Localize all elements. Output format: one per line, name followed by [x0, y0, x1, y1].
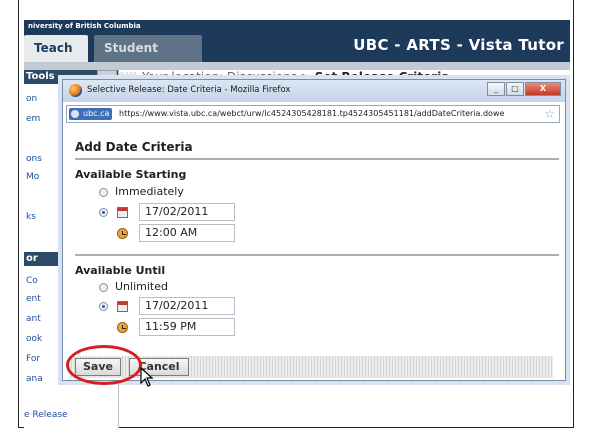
clock-icon[interactable] — [117, 322, 128, 333]
url-text[interactable]: https://www.vista.ubc.ca/webct/urw/lc452… — [119, 109, 535, 118]
close-button[interactable]: X — [525, 82, 561, 96]
end-time-field[interactable]: 11:59 PM — [139, 318, 235, 336]
available-until-heading: Available Until — [75, 264, 166, 277]
calendar-icon[interactable] — [117, 207, 128, 218]
page-title: Add Date Criteria — [75, 140, 193, 154]
start-time-field[interactable]: 12:00 AM — [139, 224, 235, 242]
sidebar-link-release[interactable]: e Release — [24, 410, 68, 420]
window-titlebar[interactable]: Selective Release: Date Criteria - Mozil… — [63, 80, 565, 102]
sidebar-link[interactable]: Co — [26, 276, 38, 286]
window-title: Selective Release: Date Criteria - Mozil… — [87, 85, 291, 95]
url-bar[interactable]: ubc.ca https://www.vista.ubc.ca/webct/ur… — [66, 105, 560, 123]
course-title: UBC - ARTS - Vista Tutor — [353, 36, 564, 54]
sidebar-link[interactable]: em — [26, 114, 40, 124]
divider — [75, 158, 559, 160]
label-immediately: Immediately — [115, 185, 184, 198]
tab-student-view[interactable]: Student View — [94, 35, 202, 82]
site-identity-badge[interactable]: ubc.ca — [69, 108, 113, 120]
clock-icon[interactable] — [117, 228, 128, 239]
popup-window: Selective Release: Date Criteria - Mozil… — [62, 79, 566, 381]
tab-teach[interactable]: Teach — [24, 35, 88, 62]
calendar-icon[interactable] — [117, 301, 128, 312]
sidebar-link[interactable]: ons — [26, 154, 42, 164]
save-highlight-circle — [66, 345, 142, 385]
maximize-button[interactable]: □ — [506, 82, 524, 96]
radio-start-date[interactable] — [99, 208, 108, 217]
lms-header: niversity of British Columbia Teach Stud… — [24, 20, 570, 82]
divider — [75, 254, 559, 256]
university-name: niversity of British Columbia — [28, 22, 141, 30]
sidebar-link[interactable]: Mo — [26, 172, 39, 182]
radio-unlimited[interactable] — [99, 283, 108, 292]
bookmark-star-icon[interactable]: ☆ — [544, 107, 555, 121]
sidebar-link[interactable]: ook — [26, 334, 42, 344]
sidebar-link[interactable]: For — [26, 354, 40, 364]
minimize-button[interactable]: _ — [487, 82, 505, 96]
sidebar-link[interactable]: ks — [26, 212, 36, 222]
radio-end-date[interactable] — [99, 302, 108, 311]
sidebar-link[interactable]: on — [26, 94, 37, 104]
sidebar-link[interactable]: ant — [26, 314, 41, 324]
end-date-field[interactable]: 17/02/2011 — [139, 297, 235, 315]
firefox-icon — [69, 84, 82, 97]
label-unlimited: Unlimited — [115, 280, 168, 293]
sidebar-link[interactable]: ent — [26, 294, 41, 304]
sidebar-link[interactable]: ana — [26, 374, 43, 384]
start-date-field[interactable]: 17/02/2011 — [139, 203, 235, 221]
lms-subheader-bar — [24, 62, 570, 70]
radio-immediately[interactable] — [99, 188, 108, 197]
window-controls: _ □ X — [486, 82, 561, 97]
available-starting-heading: Available Starting — [75, 168, 187, 181]
